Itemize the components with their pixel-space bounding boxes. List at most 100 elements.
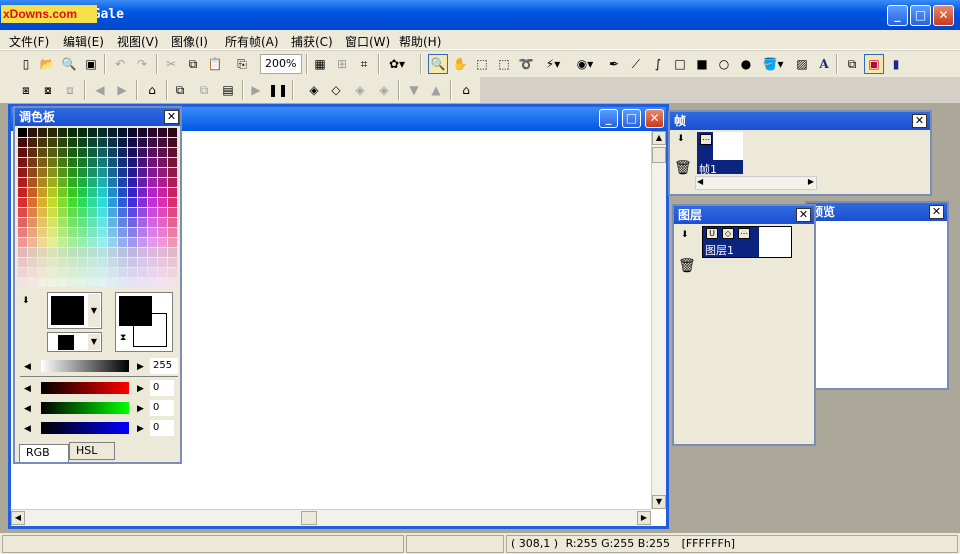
palette-cell[interactable] bbox=[48, 258, 57, 267]
palette-cell[interactable] bbox=[78, 278, 87, 287]
palette-cell[interactable] bbox=[168, 238, 177, 247]
palette-cell[interactable] bbox=[28, 178, 37, 187]
palette-cell[interactable] bbox=[138, 268, 147, 277]
palette-cell[interactable] bbox=[38, 148, 47, 157]
palette-cell[interactable] bbox=[98, 168, 107, 177]
palette-cell[interactable] bbox=[148, 278, 157, 287]
insert-layer-icon[interactable]: ◇ bbox=[326, 80, 346, 100]
merge-layer-icon[interactable]: ◈ bbox=[374, 80, 394, 100]
palette-cell[interactable] bbox=[148, 238, 157, 247]
menu-all-frames[interactable]: 所有帧(A) bbox=[225, 33, 279, 50]
hand-tool-icon[interactable]: ✋ bbox=[450, 54, 470, 74]
palette-cell[interactable] bbox=[88, 168, 97, 177]
palette-cell[interactable] bbox=[128, 208, 137, 217]
palette-cell[interactable] bbox=[128, 228, 137, 237]
layer-visible-icon[interactable]: ◇ bbox=[722, 228, 734, 239]
palette-cell[interactable] bbox=[68, 268, 77, 277]
prev-frame-icon[interactable]: ◀ bbox=[90, 80, 110, 100]
gray-slider[interactable] bbox=[41, 360, 129, 372]
palette-cell[interactable] bbox=[108, 198, 117, 207]
palette-cell[interactable] bbox=[118, 208, 127, 217]
minimize-button[interactable]: _ bbox=[887, 5, 908, 26]
palette-cell[interactable] bbox=[128, 168, 137, 177]
palette-cell[interactable] bbox=[18, 178, 27, 187]
paste-new-icon[interactable]: ⎘ bbox=[232, 54, 252, 74]
text-tool-icon[interactable]: A bbox=[814, 54, 834, 74]
palette-cell[interactable] bbox=[98, 208, 107, 217]
palette-cell[interactable] bbox=[108, 208, 117, 217]
tab-rgb[interactable]: RGB bbox=[19, 444, 69, 462]
frames-scrollbar[interactable]: ◀ ▶ bbox=[695, 176, 817, 190]
palette-cell[interactable] bbox=[108, 278, 117, 287]
palette-cell[interactable] bbox=[138, 238, 147, 247]
palette-cell[interactable] bbox=[158, 128, 167, 137]
palette-cell[interactable] bbox=[18, 128, 27, 137]
layers-trash-icon[interactable]: 🗑 bbox=[678, 258, 696, 274]
palette-cell[interactable] bbox=[38, 158, 47, 167]
maximize-button[interactable]: □ bbox=[910, 5, 931, 26]
zoom-tool-icon[interactable]: 🔍 bbox=[428, 54, 448, 74]
doc-maximize-button[interactable]: □ bbox=[622, 109, 641, 128]
palette-cell[interactable] bbox=[118, 168, 127, 177]
palette-cell[interactable] bbox=[148, 158, 157, 167]
palette-cell[interactable] bbox=[28, 188, 37, 197]
palette-cell[interactable] bbox=[168, 168, 177, 177]
palette-cell[interactable] bbox=[58, 268, 67, 277]
palette-cell[interactable] bbox=[28, 278, 37, 287]
palette-cell[interactable] bbox=[58, 198, 67, 207]
palette-cell[interactable] bbox=[168, 248, 177, 257]
paste-icon[interactable]: 📋 bbox=[205, 54, 225, 74]
layer-down-icon[interactable]: ▼ bbox=[404, 80, 424, 100]
palette-cell[interactable] bbox=[18, 238, 27, 247]
palette-cell[interactable] bbox=[48, 238, 57, 247]
palette-cell[interactable] bbox=[58, 158, 67, 167]
palette-cell[interactable] bbox=[148, 258, 157, 267]
palette-cell[interactable] bbox=[18, 168, 27, 177]
frame-property-icon[interactable]: ⌂ bbox=[142, 80, 162, 100]
palette-cell[interactable] bbox=[168, 138, 177, 147]
palette-cell[interactable] bbox=[38, 128, 47, 137]
palette-cell[interactable] bbox=[28, 218, 37, 227]
palette-cell[interactable] bbox=[118, 238, 127, 247]
menu-window[interactable]: 窗口(W) bbox=[345, 33, 390, 50]
palette-cell[interactable] bbox=[88, 198, 97, 207]
palette-cell[interactable] bbox=[38, 168, 47, 177]
palette-cell[interactable] bbox=[28, 238, 37, 247]
palette-cell[interactable] bbox=[148, 138, 157, 147]
palette-cell[interactable] bbox=[158, 268, 167, 277]
palette-cell[interactable] bbox=[128, 258, 137, 267]
palette-load-icon[interactable]: ⬇ bbox=[22, 296, 30, 306]
palette-cell[interactable] bbox=[98, 218, 107, 227]
color-swatch[interactable]: ⧗ bbox=[115, 292, 173, 352]
palette-cell[interactable] bbox=[58, 168, 67, 177]
palette-cell[interactable] bbox=[138, 258, 147, 267]
palette-cell[interactable] bbox=[128, 268, 137, 277]
palette-cell[interactable] bbox=[118, 268, 127, 277]
palette-cell[interactable] bbox=[28, 258, 37, 267]
palette-cell[interactable] bbox=[118, 198, 127, 207]
horizontal-scrollbar[interactable]: ◀ ▶ bbox=[11, 509, 651, 526]
palette-cell[interactable] bbox=[48, 158, 57, 167]
palette-cell[interactable] bbox=[68, 158, 77, 167]
palette-cell[interactable] bbox=[118, 128, 127, 137]
grid-dots-icon[interactable]: ⊞ bbox=[332, 54, 352, 74]
palette-cell[interactable] bbox=[18, 188, 27, 197]
green-slider[interactable] bbox=[41, 402, 129, 414]
palette-cell[interactable] bbox=[18, 138, 27, 147]
palette-cell[interactable] bbox=[78, 238, 87, 247]
palette-cell[interactable] bbox=[98, 268, 107, 277]
filled-rect-icon[interactable]: ■ bbox=[692, 54, 712, 74]
delete-frame-icon[interactable]: ⧈ bbox=[60, 80, 80, 100]
palette-cell[interactable] bbox=[118, 178, 127, 187]
palette-cell[interactable] bbox=[98, 248, 107, 257]
palette-cell[interactable] bbox=[158, 178, 167, 187]
palette-cell[interactable] bbox=[68, 198, 77, 207]
palette-cell[interactable] bbox=[78, 158, 87, 167]
palette-cell[interactable] bbox=[158, 158, 167, 167]
palette-cell[interactable] bbox=[158, 278, 167, 287]
palette-cell[interactable] bbox=[48, 268, 57, 277]
palette-cell[interactable] bbox=[68, 128, 77, 137]
redo-icon[interactable]: ↷ bbox=[132, 54, 152, 74]
palette-cell[interactable] bbox=[78, 178, 87, 187]
palette-cell[interactable] bbox=[78, 208, 87, 217]
